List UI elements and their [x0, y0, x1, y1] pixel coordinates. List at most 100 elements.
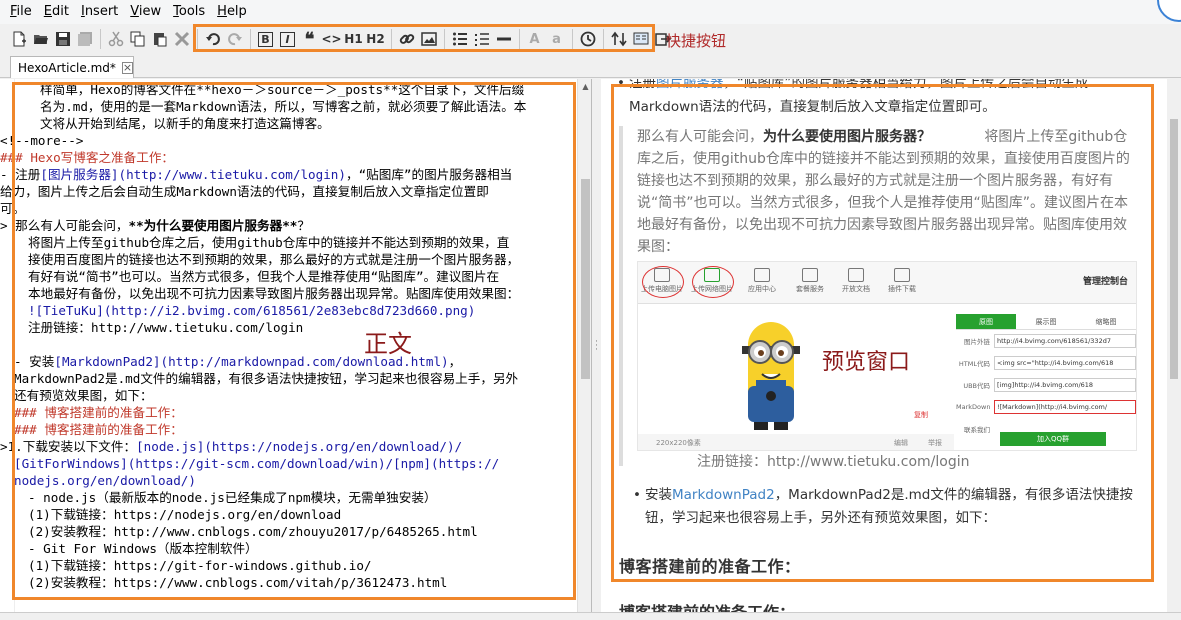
image-icon[interactable] [418, 28, 439, 50]
image-bottom-bar: 220x220像素 编辑 举报 [638, 434, 954, 450]
pane-splitter[interactable]: · · · [592, 79, 601, 612]
menu-insert[interactable]: Insert [75, 0, 124, 24]
h2-button[interactable]: H2 [365, 28, 386, 50]
preview-link[interactable]: MarkdownPad2 [672, 487, 775, 503]
preview-scrollbar[interactable] [1167, 79, 1181, 612]
editor-heading-line: ### 博客搭建前的准备工作： [14, 405, 183, 420]
toolbar: B I ❝ <> H1 H2 A a [0, 24, 1181, 54]
editor-line: 还有预览效果图，如下： [14, 388, 153, 403]
code-button[interactable]: <> [321, 28, 342, 50]
menu-view[interactable]: View [124, 0, 167, 24]
bold-button[interactable]: B [255, 28, 276, 50]
menu-file[interactable]: File [4, 0, 38, 24]
menu-tools[interactable]: Tools [167, 0, 211, 24]
status-bar [0, 612, 1181, 620]
editor-line: - 注册[图片服务器](http://www.tietuku.com/login… [0, 167, 513, 182]
horizontal-rule-icon[interactable] [493, 28, 514, 50]
editor-line: <!--more--> [0, 133, 84, 148]
app-center-icon: 应用中心 [740, 268, 784, 298]
editor-line: - node.js（最新版本的node.js已经集成了npm模块，无需单独安装） [28, 490, 437, 505]
tab-modified-marker: * [109, 60, 116, 75]
cut-icon[interactable] [105, 28, 126, 50]
window-control-circle[interactable] [1157, 0, 1181, 22]
panel-row: 图片外链 http://i4.bvimg.com/618561/332d7 [956, 330, 1136, 352]
paste-icon[interactable] [149, 28, 170, 50]
save-icon[interactable] [52, 28, 73, 50]
copy-annotation: 复制 [914, 411, 928, 419]
shortcut-buttons-annotation: 快捷按钮 [666, 32, 727, 50]
panel-row-markdown: MarkDown ![Markdown](http://i4.bvimg.com/ [956, 396, 1136, 418]
markdown-editor[interactable]: 样简单，Hexo的博客文件在**hexo－＞source－＞_posts**这个… [0, 79, 592, 612]
open-folder-icon[interactable] [30, 28, 51, 50]
tab-close-icon[interactable]: × [121, 61, 134, 74]
save-all-icon[interactable] [74, 28, 95, 50]
lowercase-button[interactable]: a [546, 28, 567, 50]
link-icon[interactable] [396, 28, 417, 50]
menu-file-label: ile [16, 4, 32, 19]
splitter-grip-icon: · · · [595, 336, 598, 355]
image-top-bar: 上传电脑图片 上传网络图片 应用中心 套餐服务 开放文档 插件下载 管理控制台 [638, 262, 1136, 304]
package-icon: 套餐服务 [788, 268, 832, 298]
preview-link[interactable]: 图片服务器 [656, 79, 724, 91]
menu-bar: File Edit Insert View Tools Help [0, 0, 1181, 24]
timestamp-icon[interactable] [577, 28, 598, 50]
editor-line: 接使用百度图片的链接也达不到预期的效果，那么最好的方式就是注册一个图片服务器， [28, 252, 520, 267]
preview-window-annotation: 预览窗口 [822, 350, 911, 375]
preview-heading: 博客搭建前的准备工作： [619, 557, 801, 576]
panel-tab-original: 原图 [956, 314, 1016, 329]
editor-link-line: [GitForWindows](https://git-scm.com/down… [14, 456, 500, 471]
bulleted-list-icon[interactable] [449, 28, 470, 50]
scroll-up-icon[interactable]: ▲ [578, 79, 591, 94]
blockquote-icon[interactable]: ❝ [299, 28, 320, 50]
body-annotation: 正文 [364, 330, 412, 358]
undo-icon[interactable] [202, 28, 223, 50]
editor-text: 样简单，Hexo的博客文件在**hexo－＞source－＞_posts**这个… [0, 81, 574, 591]
bullet-icon: • [633, 487, 641, 503]
editor-scroll-thumb[interactable] [581, 179, 590, 379]
join-qq-button: 加入QQ群 [1000, 432, 1106, 446]
editor-line: 注册链接：http://www.tietuku.com/login [28, 320, 304, 335]
numbered-list-icon[interactable] [471, 28, 492, 50]
editor-link: [图片服务器](http://www.tietuku.com/login) [40, 167, 346, 182]
live-preview-toggle-icon[interactable] [630, 28, 651, 50]
editor-line: (1)下载链接：https://git-for-windows.github.i… [28, 558, 372, 573]
editor-line: - 安装[MarkdownPad2](http://markdownpad.co… [14, 354, 462, 369]
panel-tab-thumb: 缩略图 [1095, 318, 1117, 326]
editor-link-line: nodejs.org/en/download/) [14, 473, 196, 488]
italic-button[interactable]: I [277, 28, 298, 50]
redo-icon[interactable] [224, 28, 245, 50]
editor-scrollbar[interactable]: ▲ [577, 79, 591, 612]
preview-heading: 博客搭建前的准备工作： [619, 599, 795, 612]
editor-line: - Git For Windows（版本控制软件） [28, 541, 258, 556]
tab-hexo-article[interactable]: HexoArticle.md * × [10, 56, 134, 78]
editor-line: 将图片上传至github仓库之后，使用github仓库中的链接并不能达到预期的效… [28, 235, 510, 250]
editor-line: > 那么有人可能会问，**为什么要使用图片服务器**？ [0, 218, 310, 233]
menu-help[interactable]: Help [211, 0, 253, 24]
editor-line: (1)下载链接：https://nodejs.org/en/download [28, 507, 342, 522]
copy-icon[interactable] [127, 28, 148, 50]
new-file-icon[interactable] [8, 28, 29, 50]
preview-register-link: 注册链接：http://www.tietuku.com/login [697, 454, 970, 470]
editor-heading-line: ### 博客搭建前的准备工作： [14, 422, 183, 437]
bullet-icon: • [617, 79, 625, 91]
editor-line: (2)安装教程：https://www.cnblogs.com/vitah/p/… [28, 575, 448, 590]
panel-tab-display: 展示图 [1035, 318, 1057, 326]
editor-line: >1.下载安装以下文件：[node.js](https://nodejs.org… [0, 439, 463, 454]
swap-panes-icon[interactable] [608, 28, 629, 50]
editor-heading-line: ### Hexo写博客之准备工作： [0, 150, 175, 165]
h1-button[interactable]: H1 [343, 28, 364, 50]
editor-line: 给力，图片上传之后会自动生成Markdown语法的代码，直接复制后放入文章指定位… [0, 184, 489, 199]
minion-illustration [742, 322, 800, 430]
editor-link: [node.js](https://nodejs.org/en/download… [136, 439, 455, 454]
menu-edit[interactable]: Edit [38, 0, 75, 24]
editor-line: 文将从开始到结尾，以新手的角度来打造这篇博客。 [40, 116, 330, 131]
uppercase-button[interactable]: A [524, 28, 545, 50]
docs-icon: 开放文档 [834, 268, 878, 298]
editor-line: 本地最好有备份，以免出现不可抗力因素导致图片服务器出现异常。贴图库使用效果图： [28, 286, 520, 301]
preview-pane: • 注册图片服务器，“贴图库”的图片服务器相当给力，图片上传之后会自动生成 Ma… [601, 79, 1181, 612]
tab-title: HexoArticle.md [18, 60, 110, 75]
editor-line: 有好有说“简书”也可以。当然方式很多，但我个人是推荐使用“贴图库”。建议图片在 [28, 269, 500, 284]
editor-line: 可。 [0, 201, 26, 216]
delete-icon[interactable] [171, 28, 192, 50]
preview-scroll-thumb[interactable] [1170, 119, 1178, 379]
